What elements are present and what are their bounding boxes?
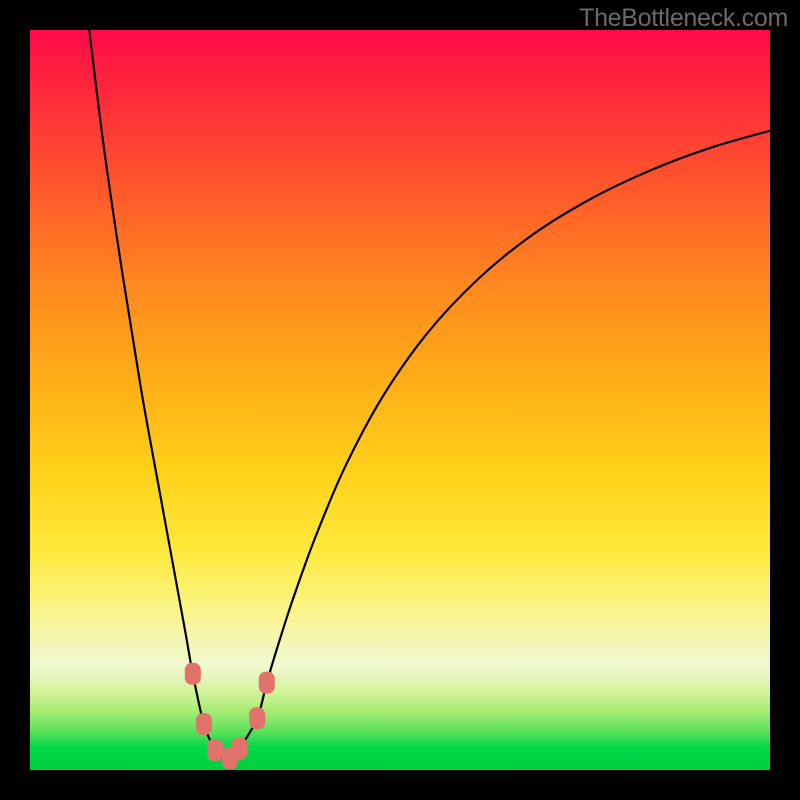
threshold-marker [207,739,223,761]
threshold-marker [185,663,201,685]
curve-layer [30,30,770,770]
chart-frame: TheBottleneck.com [0,0,800,800]
threshold-markers [185,663,275,769]
threshold-marker [231,738,247,760]
plot-area [30,30,770,770]
attribution-label: TheBottleneck.com [579,4,788,33]
threshold-marker [259,672,275,694]
bottleneck-curve [89,30,770,759]
threshold-marker [249,707,265,729]
threshold-marker [196,713,212,735]
